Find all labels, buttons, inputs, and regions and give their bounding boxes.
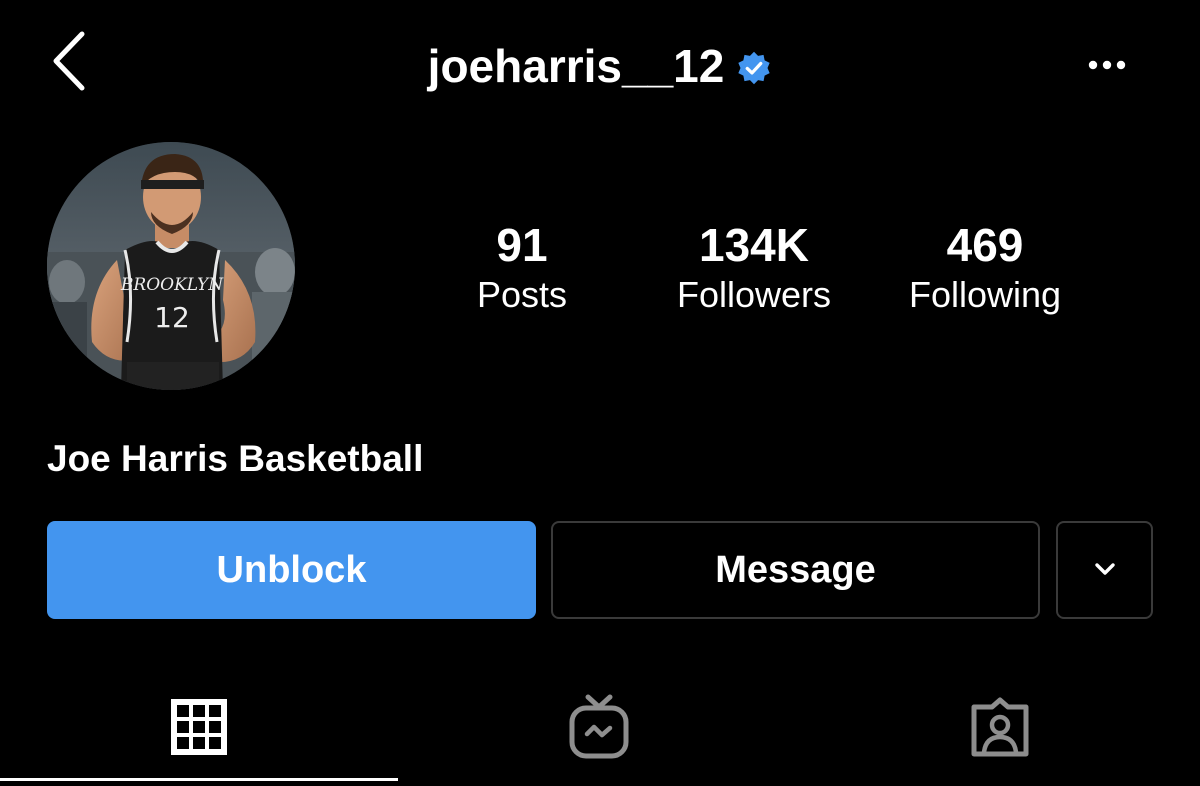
unblock-button[interactable]: Unblock [47, 521, 536, 619]
posts-label: Posts [476, 274, 568, 315]
following-count: 469 [946, 219, 1024, 271]
chevron-down-icon [1094, 563, 1115, 575]
header-title: joeharris__12 [0, 36, 1200, 96]
grid-icon [171, 699, 227, 755]
profile-display-name: Joe Harris Basketball [47, 438, 424, 479]
chevron-left-icon [53, 31, 85, 91]
followers-label: Followers [676, 274, 832, 315]
suggested-accounts-dropdown-button[interactable] [1056, 521, 1153, 619]
igtv-icon [569, 694, 629, 759]
avatar-photo: BROOKLYN 12 [47, 142, 295, 390]
back-button[interactable] [44, 26, 94, 96]
profile-avatar[interactable]: BROOKLYN 12 [47, 142, 295, 390]
tab-igtv[interactable] [400, 672, 798, 782]
followers-stat[interactable]: 134K Followers [652, 218, 856, 318]
unblock-button-label: Unblock [216, 548, 367, 591]
posts-count: 91 [496, 219, 548, 271]
profile-screen: joeharris__12 BROOKLYN 12 91 Posts 134K … [0, 0, 1200, 786]
username: joeharris__12 [427, 40, 725, 92]
following-stat[interactable]: 469 Following [882, 218, 1088, 318]
posts-stat[interactable]: 91 Posts [450, 218, 594, 318]
active-tab-indicator [0, 778, 398, 781]
tab-posts-grid[interactable] [0, 672, 398, 782]
tab-tagged[interactable] [800, 672, 1200, 782]
message-button-label: Message [715, 548, 876, 591]
more-options-button[interactable] [1080, 50, 1136, 80]
more-horizontal-icon [1088, 60, 1126, 70]
message-button[interactable]: Message [551, 521, 1040, 619]
following-label: Following [908, 274, 1062, 315]
jersey-number-text: 12 [154, 301, 190, 334]
jersey-team-text: BROOKLYN [120, 275, 224, 295]
tagged-user-icon [971, 697, 1029, 757]
followers-count: 134K [699, 219, 809, 271]
verified-badge-icon [738, 51, 770, 85]
